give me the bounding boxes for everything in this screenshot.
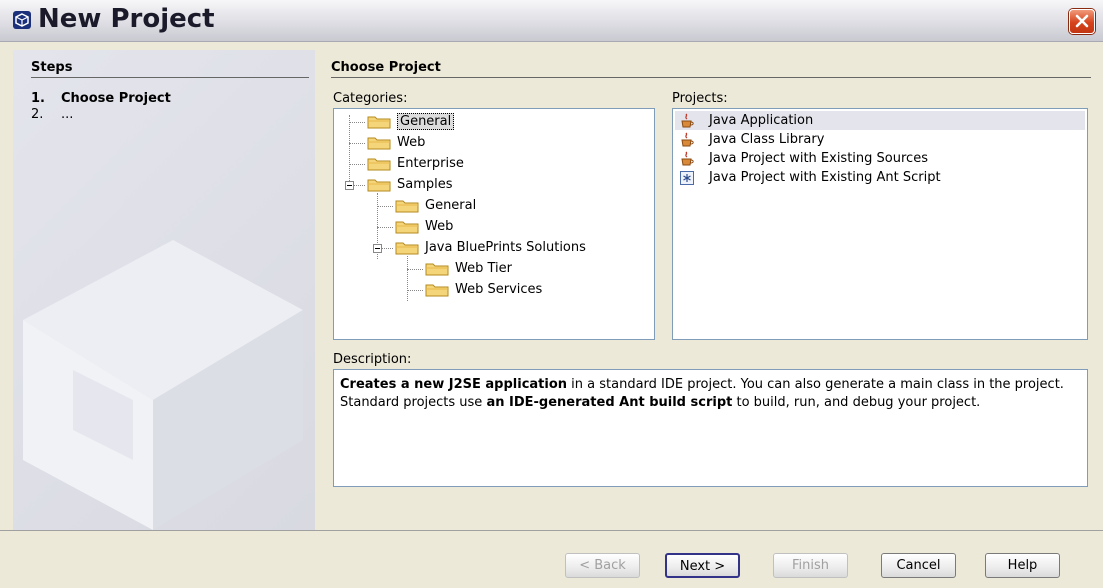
folder-icon (395, 221, 419, 234)
project-item-java-class-library[interactable]: Java Class Library (675, 130, 1085, 149)
title-bar[interactable]: New Project (0, 0, 1103, 42)
projects-list[interactable]: Java Application Java Class Library Java… (672, 108, 1088, 340)
cube-watermark-graphic (23, 240, 303, 530)
step-label: ... (61, 107, 74, 122)
window-title: New Project (38, 4, 215, 34)
collapse-samples-toggle[interactable] (345, 181, 354, 190)
tree-node-web-tier[interactable]: Web Tier (425, 259, 512, 279)
tree-node-label: General (397, 113, 455, 130)
folder-icon (367, 137, 391, 150)
netbeans-cube-icon (13, 11, 31, 29)
folder-icon (395, 242, 419, 255)
new-project-dialog: New Project Steps 1. Choose Project 2....… (0, 0, 1103, 588)
description-label: Description: (333, 352, 412, 367)
tree-node-label: Java BluePrints Solutions (425, 240, 586, 255)
folder-icon (367, 179, 391, 192)
footer-divider (0, 530, 1103, 531)
step-number: 2. (31, 107, 44, 122)
project-label: Java Project with Existing Ant Script (709, 170, 941, 185)
tree-node-web[interactable]: Web (367, 133, 425, 153)
main-heading: Choose Project (331, 60, 441, 75)
description-bold-text: an IDE-generated Ant build script (486, 395, 733, 410)
finish-button[interactable]: Finish (773, 553, 848, 578)
project-item-existing-ant-script[interactable]: Java Project with Existing Ant Script (675, 168, 1085, 187)
close-button[interactable] (1069, 9, 1095, 34)
tree-node-enterprise[interactable]: Enterprise (367, 154, 464, 174)
close-icon (1075, 14, 1089, 28)
project-label: Java Class Library (709, 132, 825, 147)
categories-tree[interactable]: General Web Enterprise Samples General W… (333, 108, 655, 340)
cancel-button[interactable]: Cancel (881, 553, 956, 578)
steps-heading: Steps (31, 60, 73, 75)
collapse-blueprints-toggle[interactable] (373, 244, 382, 253)
ant-script-icon (680, 170, 694, 185)
folder-icon (425, 284, 449, 297)
tree-node-label: General (425, 198, 477, 213)
tree-node-label: Enterprise (397, 156, 464, 171)
project-item-java-application[interactable]: Java Application (675, 111, 1085, 130)
main-divider (331, 77, 1091, 78)
next-button[interactable]: Next > (665, 553, 740, 578)
back-button[interactable]: < Back (565, 553, 640, 578)
description-text: to build, run, and debug your project. (732, 395, 981, 410)
project-item-existing-sources[interactable]: Java Project with Existing Sources (675, 149, 1085, 168)
tree-node-web-services[interactable]: Web Services (425, 280, 542, 300)
step-item-2: 2.... (31, 107, 73, 122)
tree-node-samples[interactable]: Samples (367, 175, 453, 195)
step-item-1: 1. Choose Project (31, 91, 171, 106)
step-number: 1. (31, 91, 45, 106)
folder-icon (425, 263, 449, 276)
project-label: Java Application (709, 113, 814, 128)
project-label: Java Project with Existing Sources (709, 151, 928, 166)
tree-node-label: Web Tier (455, 261, 512, 276)
steps-panel: Steps 1. Choose Project 2.... (13, 50, 315, 530)
help-button[interactable]: Help (985, 553, 1060, 578)
tree-node-label: Samples (397, 177, 453, 192)
step-label: Choose Project (61, 91, 171, 106)
folder-icon (367, 158, 391, 171)
tree-node-label: Web Services (455, 282, 543, 297)
description-box: Creates a new J2SE application in a stan… (333, 369, 1088, 487)
tree-node-samples-general[interactable]: General (395, 196, 476, 216)
description-bold-text: Creates a new J2SE application (340, 377, 568, 392)
tree-node-java-blueprints[interactable]: Java BluePrints Solutions (395, 238, 586, 258)
folder-icon (395, 200, 419, 213)
java-cup-icon (681, 151, 694, 165)
java-cup-icon (681, 113, 694, 127)
tree-node-label: Web (425, 219, 454, 234)
categories-label: Categories: (333, 91, 408, 106)
projects-label: Projects: (672, 91, 728, 106)
tree-node-label: Web (397, 135, 426, 150)
tree-node-general[interactable]: General (367, 112, 455, 132)
java-cup-icon (681, 132, 694, 146)
tree-node-samples-web[interactable]: Web (395, 217, 453, 237)
folder-icon (367, 116, 391, 129)
steps-divider (31, 77, 309, 78)
